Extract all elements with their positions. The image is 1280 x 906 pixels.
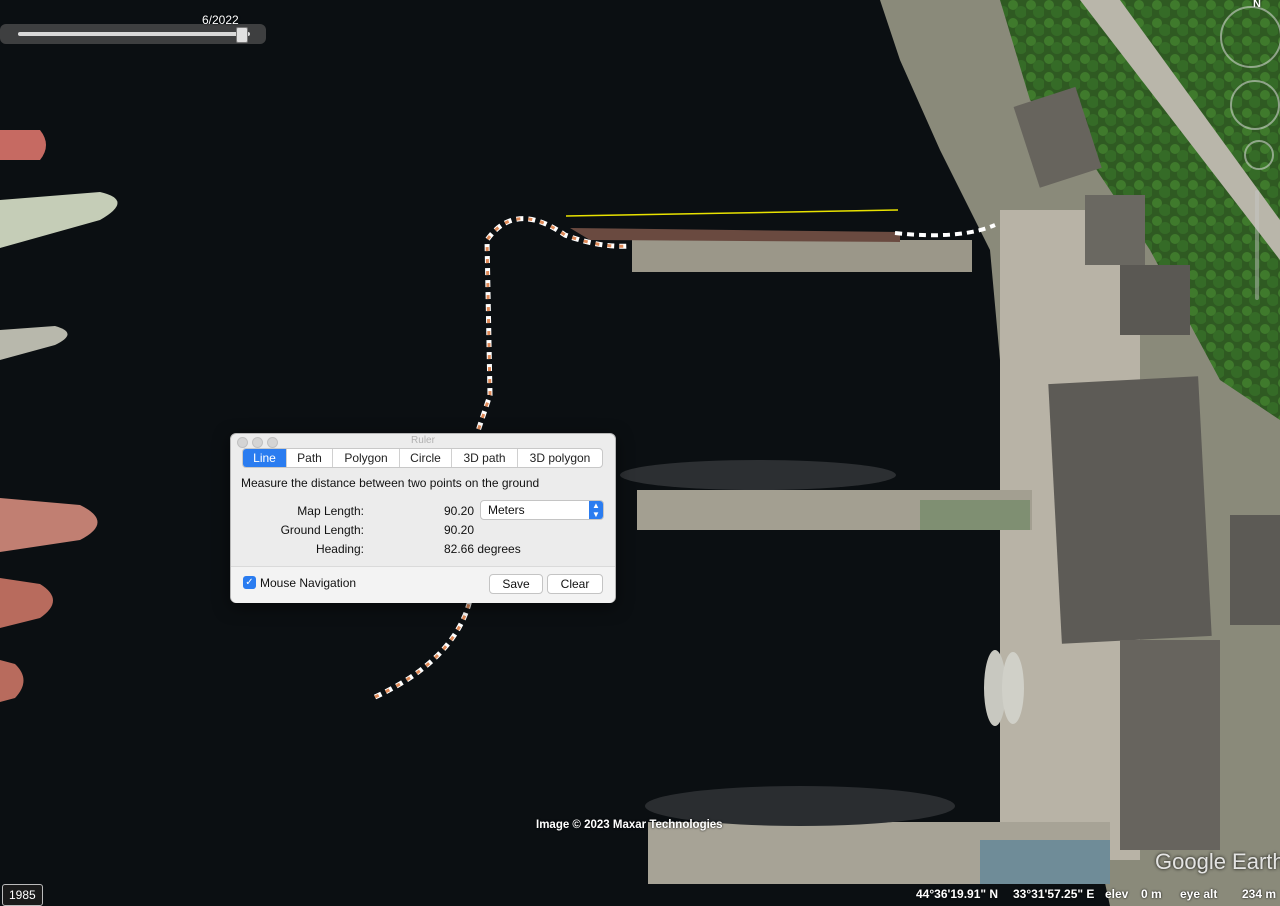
ruler-dialog: Ruler Line Path Polygon Circle 3D path 3…: [230, 433, 616, 603]
elevation-value: 0 m: [1141, 887, 1162, 901]
tab-path[interactable]: Path: [287, 449, 333, 467]
map-length-label: Map Length:: [297, 504, 364, 518]
longitude-readout: 33°31'57.25" E: [1013, 887, 1095, 901]
latitude-readout: 44°36'19.91" N: [916, 887, 999, 901]
save-button[interactable]: Save: [489, 574, 543, 594]
eye-altitude-label: eye alt: [1180, 887, 1218, 901]
ground-length-label: Ground Length:: [280, 523, 364, 537]
tab-polygon[interactable]: Polygon: [333, 449, 400, 467]
imagery-attribution: Image © 2023 Maxar Technologies: [536, 819, 723, 831]
time-slider-date: 6/2022: [202, 13, 239, 27]
mouse-navigation-label: Mouse Navigation: [260, 576, 357, 590]
tab-3d-polygon[interactable]: 3D polygon: [518, 449, 602, 467]
clear-button[interactable]: Clear: [547, 574, 603, 594]
move-joystick-icon[interactable]: [1244, 140, 1274, 170]
zoom-slider[interactable]: [1255, 190, 1259, 300]
heading-label: Heading:: [315, 542, 364, 556]
ground-length-value: 90.20: [444, 523, 475, 537]
status-bar: 44°36'19.91" N 33°31'57.25" E elev 0 m e…: [910, 884, 1280, 904]
ruler-description: Measure the distance between two points …: [241, 476, 540, 490]
tab-3d-path[interactable]: 3D path: [452, 449, 518, 467]
satellite-map[interactable]: [0, 0, 1280, 906]
google-earth-logo: Google Earth: [1155, 849, 1280, 874]
tab-circle[interactable]: Circle: [400, 449, 452, 467]
units-select-value: Meters: [488, 503, 525, 517]
ruler-footer: ✓ Mouse Navigation Save Clear: [231, 566, 615, 603]
tab-line[interactable]: Line: [243, 449, 287, 467]
map-length-value: 90.20: [444, 504, 475, 518]
ruler-title: Ruler: [411, 435, 435, 446]
time-slider-track[interactable]: [18, 32, 250, 36]
units-select[interactable]: Meters ▲ ▼: [480, 500, 604, 520]
mouse-navigation-checkbox[interactable]: ✓: [243, 576, 256, 589]
ruler-tabs: Line Path Polygon Circle 3D path 3D poly…: [242, 448, 603, 468]
historical-imagery-year-badge[interactable]: 1985: [2, 884, 43, 906]
elevation-label: elev: [1105, 887, 1129, 901]
time-slider-handle[interactable]: [235, 27, 248, 43]
eye-altitude-value: 234 m: [1242, 887, 1277, 901]
look-joystick-icon[interactable]: [1230, 80, 1280, 130]
time-slider[interactable]: [0, 24, 266, 44]
heading-value: 82.66 degrees: [444, 542, 521, 556]
ruler-titlebar[interactable]: Ruler: [231, 434, 615, 448]
compass-ring-icon[interactable]: [1220, 6, 1280, 68]
select-stepper-icon: ▲ ▼: [589, 501, 603, 519]
